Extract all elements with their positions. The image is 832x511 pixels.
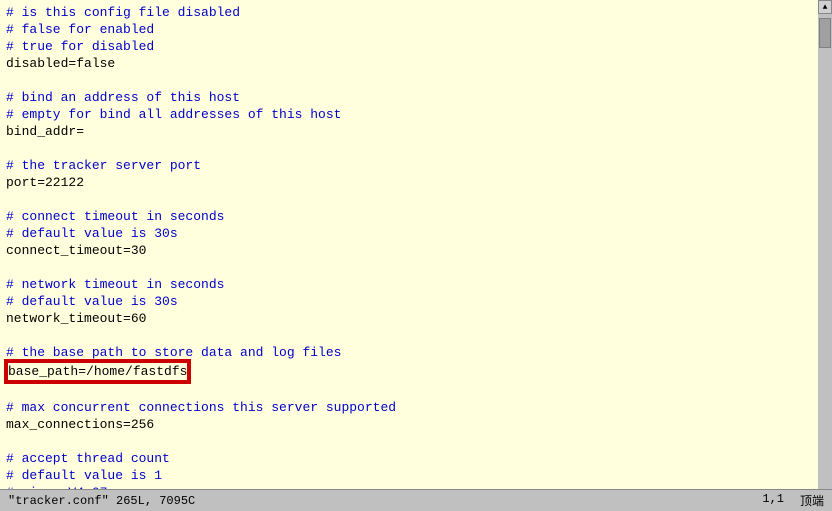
code-line: # the base path to store data and log fi… <box>6 344 812 361</box>
code-line: # since V4.07 <box>6 484 812 489</box>
scrollbar-up-button[interactable]: ▲ <box>818 0 832 14</box>
code-line <box>6 72 812 89</box>
code-line: # default value is 30s <box>6 225 812 242</box>
status-left: "tracker.conf" 265L, 7095C <box>8 494 195 508</box>
editor-area: # is this config file disabled# false fo… <box>0 0 832 489</box>
code-line: connect_timeout=30 <box>6 242 812 259</box>
code-line: # is this config file disabled <box>6 4 812 21</box>
cursor-position: 1,1 <box>762 492 784 509</box>
code-line <box>6 382 812 399</box>
code-line <box>6 140 812 157</box>
code-line: bind_addr= <box>6 123 812 140</box>
code-line: # the tracker server port <box>6 157 812 174</box>
status-bar: "tracker.conf" 265L, 7095C 1,1 顶端 <box>0 489 832 511</box>
status-right: 1,1 顶端 <box>762 492 824 509</box>
file-info: "tracker.conf" 265L, 7095C <box>8 494 195 508</box>
code-line: port=22122 <box>6 174 812 191</box>
code-line: base_path=/home/fastdfs <box>6 361 812 382</box>
line-content: # is this config file disabled# false fo… <box>0 0 818 489</box>
code-line <box>6 327 812 344</box>
top-label: 顶端 <box>800 492 824 509</box>
code-line: # network timeout in seconds <box>6 276 812 293</box>
code-line <box>6 433 812 450</box>
code-line <box>6 191 812 208</box>
code-line: # true for disabled <box>6 38 812 55</box>
code-line: # empty for bind all addresses of this h… <box>6 106 812 123</box>
code-line: # default value is 30s <box>6 293 812 310</box>
code-line: network_timeout=60 <box>6 310 812 327</box>
code-line: # accept thread count <box>6 450 812 467</box>
code-line: disabled=false <box>6 55 812 72</box>
code-line: # false for enabled <box>6 21 812 38</box>
scrollbar-thumb[interactable] <box>819 18 831 48</box>
scrollbar[interactable]: ▲ <box>818 0 832 489</box>
code-line <box>6 259 812 276</box>
code-line: # connect timeout in seconds <box>6 208 812 225</box>
code-line: # bind an address of this host <box>6 89 812 106</box>
code-line: max_connections=256 <box>6 416 812 433</box>
code-line: # default value is 1 <box>6 467 812 484</box>
code-line: # max concurrent connections this server… <box>6 399 812 416</box>
